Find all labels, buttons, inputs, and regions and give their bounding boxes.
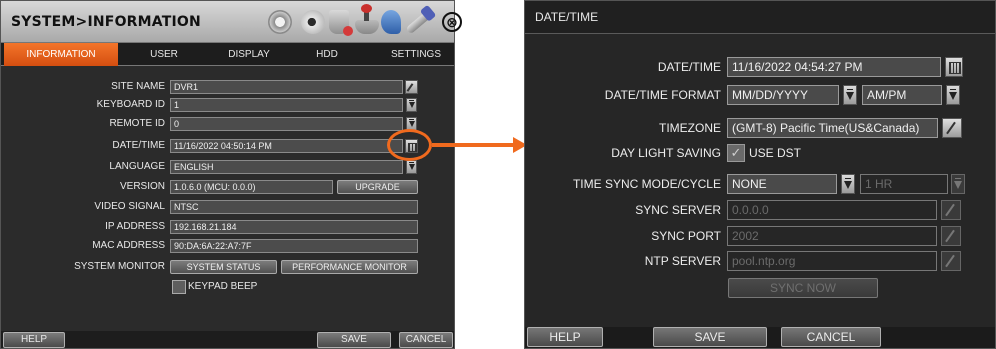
edit-icon[interactable] <box>405 80 418 94</box>
camera-icon[interactable] <box>301 10 325 34</box>
remote-id-select[interactable]: 0 <box>170 117 403 131</box>
highlight-circle <box>387 129 432 161</box>
help-button[interactable]: HELP <box>527 327 603 347</box>
close-icon[interactable]: ⊗ <box>442 12 462 32</box>
time-format-select[interactable]: AM/PM <box>862 85 942 105</box>
keypad-beep-checkbox[interactable] <box>172 280 186 294</box>
timezone-label: TIMEZONE <box>659 121 721 135</box>
time-sync-mode-label: TIME SYNC MODE/CYCLE <box>572 177 721 191</box>
sync-cycle-select[interactable]: 1 HR <box>860 174 948 194</box>
edit-icon[interactable] <box>941 226 961 246</box>
chevron-down-icon[interactable] <box>406 98 417 112</box>
chevron-down-icon[interactable] <box>951 174 965 194</box>
language-select[interactable]: ENGLISH <box>170 160 403 174</box>
system-information-window: SYSTEM>INFORMATION ⊗ INFORMATION USER DI… <box>0 0 462 349</box>
tab-information[interactable]: INFORMATION <box>4 43 118 66</box>
footer-bar: HELP SAVE CANCEL <box>525 327 995 348</box>
wrench-icon[interactable] <box>405 11 431 35</box>
calendar-icon[interactable] <box>945 57 963 77</box>
daylight-saving-label: DAY LIGHT SAVING <box>611 146 721 160</box>
save-button[interactable]: SAVE <box>317 332 391 348</box>
datetime-label: DATE/TIME <box>112 140 165 151</box>
tab-display[interactable]: DISPLAY <box>209 43 289 66</box>
tab-bar: INFORMATION USER DISPLAY HDD SETTINGS <box>1 43 454 66</box>
tab-user[interactable]: USER <box>129 43 199 66</box>
ip-address-label: IP ADDRESS <box>105 221 165 232</box>
video-signal-label: VIDEO SIGNAL <box>94 201 165 212</box>
performance-monitor-button[interactable]: PERFORMANCE MONITOR <box>281 260 418 274</box>
sync-port-label: SYNC PORT <box>651 229 721 243</box>
keyboard-id-select[interactable]: 1 <box>170 98 403 112</box>
upgrade-button[interactable]: UPGRADE <box>337 180 418 194</box>
save-button[interactable]: SAVE <box>653 327 767 347</box>
datetime-label: DATE/TIME <box>657 60 721 74</box>
keypad-beep-label: KEYPAD BEEP <box>188 281 258 292</box>
use-dst-checkbox[interactable]: ✓ <box>727 144 745 162</box>
sync-mode-select[interactable]: NONE <box>727 174 837 194</box>
edit-icon[interactable] <box>941 200 961 220</box>
chevron-down-icon[interactable] <box>406 160 417 174</box>
version-label: VERSION <box>119 181 165 192</box>
ip-address-field: 192.168.21.184 <box>170 220 418 234</box>
sync-port-field: 2002 <box>727 226 937 246</box>
datetime-format-label: DATE/TIME FORMAT <box>604 88 721 102</box>
ntp-server-label: NTP SERVER <box>644 254 721 268</box>
window-title: DATE/TIME <box>525 1 995 34</box>
remote-id-label: REMOTE ID <box>109 118 165 129</box>
mac-address-field: 90:DA:6A:22:A7:7F <box>170 239 418 253</box>
video-signal-field: NTSC <box>170 200 418 214</box>
system-status-button[interactable]: SYSTEM STATUS <box>170 260 277 274</box>
sync-server-field: 0.0.0.0 <box>727 200 937 220</box>
edit-icon[interactable] <box>942 118 962 138</box>
ntp-server-field: pool.ntp.org <box>727 251 937 271</box>
sync-now-button[interactable]: SYNC NOW <box>728 278 878 298</box>
sync-server-label: SYNC SERVER <box>635 203 721 217</box>
help-button[interactable]: HELP <box>3 332 65 348</box>
site-name-label: SITE NAME <box>111 81 165 92</box>
cancel-button[interactable]: CANCEL <box>781 327 881 347</box>
title-bar: SYSTEM>INFORMATION ⊗ <box>1 1 462 43</box>
date-format-select[interactable]: MM/DD/YYYY <box>727 85 839 105</box>
footer-bar: HELP SAVE CANCEL <box>1 331 454 348</box>
network-icon[interactable] <box>381 10 401 34</box>
datetime-field: 11/16/2022 04:54:27 PM <box>727 57 941 77</box>
mac-address-label: MAC ADDRESS <box>92 240 165 251</box>
chevron-down-icon[interactable] <box>946 85 960 105</box>
version-field: 1.0.6.0 (MCU: 0.0.0) <box>170 180 333 194</box>
chevron-down-icon[interactable] <box>843 85 857 105</box>
cancel-button[interactable]: CANCEL <box>399 332 453 348</box>
site-name-field[interactable]: DVR1 <box>170 80 403 94</box>
datetime-window: DATE/TIME DATE/TIME 11/16/2022 04:54:27 … <box>524 0 996 349</box>
language-label: LANGUAGE <box>109 161 165 172</box>
keyboard-id-label: KEYBOARD ID <box>96 99 165 110</box>
arrow-line <box>432 143 516 147</box>
gear-icon[interactable] <box>268 10 292 34</box>
tab-settings[interactable]: SETTINGS <box>381 43 451 66</box>
edit-icon[interactable] <box>941 251 961 271</box>
joystick-icon[interactable] <box>355 4 379 34</box>
use-dst-label: USE DST <box>749 146 802 160</box>
system-monitor-label: SYSTEM MONITOR <box>74 261 165 272</box>
tab-hdd[interactable]: HDD <box>297 43 357 66</box>
datetime-field: 11/16/2022 04:50:14 PM <box>170 139 403 153</box>
chevron-down-icon[interactable] <box>841 174 855 194</box>
window-title: SYSTEM>INFORMATION <box>11 14 201 30</box>
disk-icon[interactable] <box>329 10 353 36</box>
timezone-field: (GMT-8) Pacific Time(US&Canada) <box>727 118 938 138</box>
